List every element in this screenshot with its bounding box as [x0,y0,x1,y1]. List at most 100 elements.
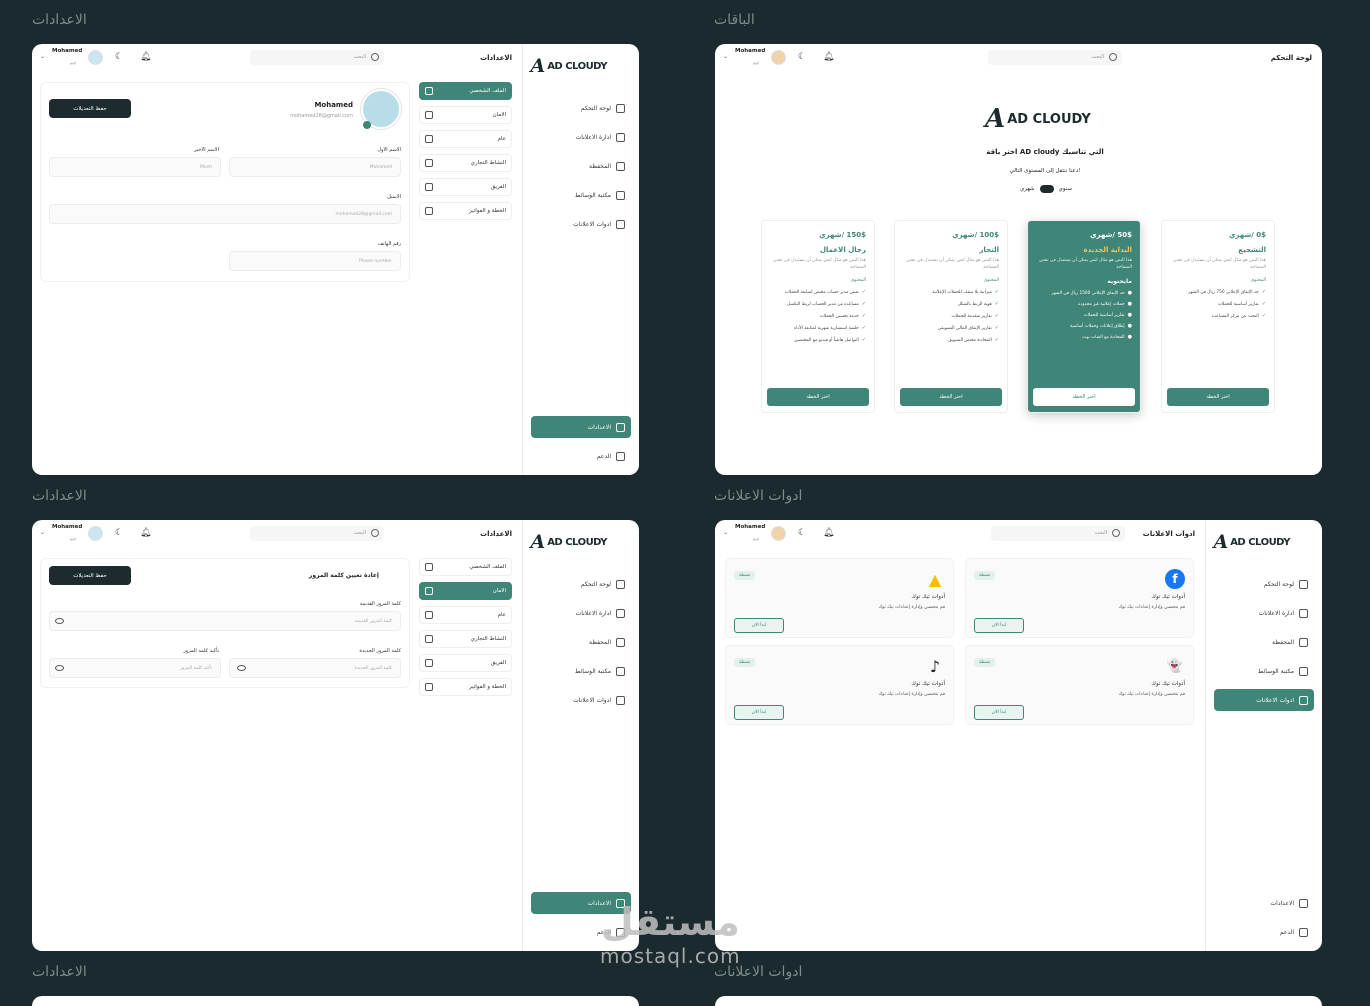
toggle-switch[interactable] [1039,185,1054,193]
sidebar-item-dashboard[interactable]: لوحة التحكم [1214,573,1314,595]
sidebar-item-wallet[interactable]: المحفظة [531,631,631,653]
settings-panel-partial [32,996,639,1006]
moon-icon[interactable]: ☾ [798,52,806,62]
tab-team[interactable]: الفريق [419,654,512,672]
camera-icon[interactable] [363,121,371,129]
chevron-down-icon[interactable]: ⌄ [40,53,45,60]
chevron-down-icon[interactable]: ⌄ [723,53,728,60]
first-name-field[interactable]: Mohamed [229,157,401,177]
tab-billing[interactable]: الخطة و الفواتير [419,678,512,696]
user-name: Mohamed [52,524,83,530]
choose-plan-button[interactable]: اختر الخطة [1167,388,1269,406]
sidebar-item-ad-tools[interactable]: ادوات الاعلانات [531,213,631,235]
sidebar-item-ad-tools[interactable]: ادوات الاعلانات [531,689,631,711]
sidebar-bottom-nav: الاعدادات الدعم [1214,892,1314,950]
sidebar-item-wallet[interactable]: المحفظة [531,155,631,177]
logo: A AD CLOUDY [1213,530,1290,554]
tab-security[interactable]: الامان [419,106,512,124]
avatar[interactable] [88,50,103,65]
user-role: اوﺑﻮ [753,60,760,65]
search-input[interactable]: البحث [250,526,384,541]
chevron-down-icon[interactable]: ⌄ [723,529,728,536]
save-button[interactable]: حفظ التعديلات [49,99,131,118]
wallet-icon [616,161,625,171]
plans-subtitle: دعنا ننتقل إلى المستوى التالي! [1009,168,1081,174]
sidebar-item-support[interactable]: الدعم [1214,921,1314,943]
start-now-button[interactable]: ابدأ الان [734,618,784,633]
moon-icon[interactable]: ☾ [115,52,123,62]
sidebar-item-ads-management[interactable]: ادارة الاعلانات [1214,602,1314,624]
home-icon [616,103,625,113]
sidebar-item-settings[interactable]: الاعدادات [1214,892,1314,914]
tab-general[interactable]: عام [419,130,512,148]
tab-billing[interactable]: الخطة و الفواتير [419,202,512,220]
email-field[interactable]: mohamed28@gmail.com [49,204,401,224]
sidebar-item-settings[interactable]: الاعدادات [531,416,631,438]
plans-title: اختر باقة AD cloudy التي تناسبك [986,148,1104,156]
team-icon [425,183,433,191]
first-name-label: الاسم الاول [377,147,401,153]
bell-icon[interactable]: 🔔︎ [140,52,151,62]
eye-off-icon[interactable] [237,665,246,671]
avatar[interactable] [771,50,786,65]
logo: A AD CLOUDY [530,54,607,78]
logo-text: AD CLOUDY [547,536,607,548]
moon-icon[interactable]: ☾ [115,528,123,538]
avatar[interactable] [771,526,786,541]
billing-toggle[interactable]: شهري سنوي [991,184,1101,194]
search-input[interactable]: البحث [991,526,1125,541]
tab-team[interactable]: الفريق [419,178,512,196]
last-name-field[interactable]: Mosh [49,157,221,177]
sidebar-item-media-library[interactable]: مكتبة الوسائط [531,184,631,206]
choose-plan-button[interactable]: اختر الخطة [900,388,1002,406]
sidebar-item-ad-tools[interactable]: ادوات الاعلانات [1214,689,1314,711]
search-input[interactable]: البحث [250,50,384,65]
sidebar-item-ads-management[interactable]: ادارة الاعلانات [531,126,631,148]
sidebar-item-media-library[interactable]: مكتبة الوسائط [531,660,631,682]
avatar[interactable] [88,526,103,541]
start-now-button[interactable]: ابدأ الان [734,705,784,720]
sidebar-item-media-library[interactable]: مكتبة الوسائط [1214,660,1314,682]
start-now-button[interactable]: ابدأ الان [974,618,1024,633]
tab-profile[interactable]: الملف الشخصي [419,558,512,576]
search-input[interactable]: البحث [988,50,1122,65]
phone-field[interactable]: Phone number [229,251,401,271]
start-now-button[interactable]: ابدأ الان [974,705,1024,720]
facebook-icon: f [1165,569,1185,589]
media-library-icon [616,190,625,200]
new-password-field[interactable]: كلمة المرور الجديدة [229,658,401,678]
tab-profile[interactable]: الملف الشخصي [419,82,512,100]
chevron-down-icon[interactable]: ⌄ [40,529,45,536]
old-password-field[interactable]: كلمة المرور القديمة [49,611,401,631]
tab-business[interactable]: النشاط التجاري [419,630,512,648]
user-role: اوﺑﻮ [70,60,77,65]
briefcase-icon [425,159,433,167]
settings-tabs: الملف الشخصي الامان عام النشاط التجاري ا… [419,558,512,702]
logo: A AD CLOUDY [985,104,1091,134]
bell-icon[interactable]: 🔔︎ [823,528,834,538]
tab-security[interactable]: الامان [419,582,512,600]
invoice-icon [425,207,433,215]
user-icon [425,87,433,95]
page-title: لوحة التحكم [1270,54,1312,62]
section-heading: إعادة تعيين كلمة المرور [308,572,379,579]
sidebar-item-support[interactable]: الدعم [531,445,631,467]
ad-tool-card: ♪ أدوات تيك توك قم بتحسين وإدارة إعدادات… [725,645,954,725]
choose-plan-button[interactable]: اختر الخطة [1033,388,1135,406]
sidebar-item-wallet[interactable]: المحفظة [1214,631,1314,653]
sidebar-item-dashboard[interactable]: لوحة التحكم [531,573,631,595]
eye-off-icon[interactable] [55,618,64,624]
choose-plan-button[interactable]: اختر الخطة [767,388,869,406]
plan-card: 0$ /شهري التشجيع هذا النص هو مثال لنص يم… [1161,220,1275,413]
tab-general[interactable]: عام [419,606,512,624]
save-button[interactable]: حفظ التعديلات [49,566,131,585]
eye-off-icon[interactable] [55,665,64,671]
bell-icon[interactable]: 🔔︎ [140,528,151,538]
sidebar-item-ads-management[interactable]: ادارة الاعلانات [531,602,631,624]
moon-icon[interactable]: ☾ [798,528,806,538]
tab-business[interactable]: النشاط التجاري [419,154,512,172]
confirm-password-field[interactable]: تأكيد كلمة المرور [49,658,221,678]
sidebar-item-dashboard[interactable]: لوحة التحكم [531,97,631,119]
confirm-password-label: تأكيد كلمة المرور [183,648,219,654]
bell-icon[interactable]: 🔔︎ [823,52,834,62]
